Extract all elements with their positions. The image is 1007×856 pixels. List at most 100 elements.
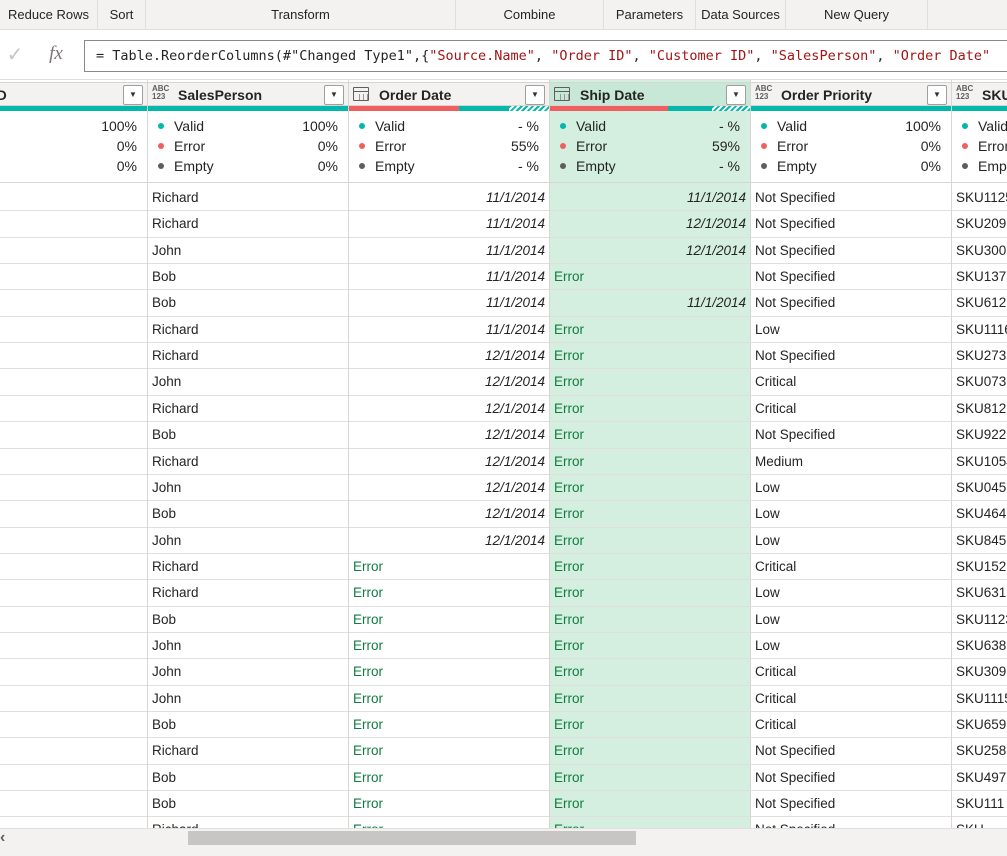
table-cell[interactable]: Richard <box>148 317 348 344</box>
table-cell[interactable]: Medium <box>751 449 951 475</box>
table-cell[interactable] <box>0 659 147 686</box>
table-cell[interactable]: Bob <box>148 264 348 291</box>
table-cell[interactable]: SKU152 <box>952 554 1007 581</box>
table-cell[interactable] <box>0 686 147 713</box>
table-cell[interactable]: Low <box>751 317 951 344</box>
table-cell[interactable]: Error <box>349 554 549 581</box>
table-cell[interactable] <box>0 369 147 396</box>
column-header[interactable]: Ship Date ▼ <box>550 82 750 106</box>
table-cell[interactable]: John <box>148 369 348 396</box>
calendar-icon[interactable] <box>353 87 369 101</box>
table-cell[interactable]: SKU045 <box>952 475 1007 502</box>
table-cell[interactable]: Richard <box>148 449 348 475</box>
table-cell[interactable]: 12/1/2014 <box>349 501 549 528</box>
table-cell[interactable]: John <box>148 686 348 713</box>
table-cell[interactable] <box>0 449 147 475</box>
check-icon[interactable]: ✓ <box>4 44 26 66</box>
chevron-down-icon[interactable]: ▼ <box>525 85 545 105</box>
table-cell[interactable]: Not Specified <box>751 185 951 212</box>
table-cell[interactable]: Error <box>349 738 549 765</box>
table-cell[interactable]: Low <box>751 528 951 554</box>
table-cell[interactable]: 12/1/2014 <box>349 449 549 475</box>
table-cell[interactable]: SKU638 <box>952 633 1007 660</box>
table-cell[interactable]: 12/1/2014 <box>349 369 549 396</box>
chevron-down-icon[interactable]: ▼ <box>123 85 143 105</box>
table-cell[interactable]: Error <box>550 343 750 370</box>
table-cell[interactable]: SKU659 <box>952 712 1007 739</box>
table-cell[interactable]: John <box>148 475 348 502</box>
column-header[interactable]: ABC 123 SKU <box>952 82 1007 106</box>
table-cell[interactable]: Error <box>550 449 750 475</box>
table-cell[interactable] <box>0 396 147 423</box>
table-cell[interactable]: SKU1123 <box>952 607 1007 633</box>
chevron-down-icon[interactable]: ▼ <box>324 85 344 105</box>
ribbon-group-reduce-rows[interactable]: Reduce Rows <box>0 0 98 30</box>
chevron-down-icon[interactable]: ▼ <box>726 85 746 105</box>
table-cell[interactable]: Not Specified <box>751 238 951 265</box>
table-cell[interactable]: Error <box>550 686 750 713</box>
table-cell[interactable]: SKU497 <box>952 765 1007 792</box>
table-cell[interactable] <box>0 528 147 554</box>
table-cell[interactable]: 11/1/2014 <box>349 264 549 291</box>
table-cell[interactable]: SKU073 <box>952 369 1007 396</box>
table-cell[interactable]: Bob <box>148 607 348 633</box>
table-cell[interactable]: Bob <box>148 290 348 317</box>
any-type-icon[interactable]: ABC 123 <box>956 85 976 103</box>
table-cell[interactable]: Error <box>550 554 750 581</box>
table-cell[interactable]: Error <box>550 738 750 765</box>
table-cell[interactable]: Bob <box>148 791 348 818</box>
table-cell[interactable]: John <box>148 528 348 554</box>
ribbon-group-data-sources[interactable]: Data Sources <box>696 0 786 30</box>
table-cell[interactable]: Error <box>349 712 549 739</box>
table-cell[interactable]: Low <box>751 475 951 502</box>
column-header[interactable]: Order Date ▼ <box>349 82 549 106</box>
any-type-icon[interactable]: ABC 123 <box>755 85 775 103</box>
table-cell[interactable]: 12/1/2014 <box>349 528 549 554</box>
table-cell[interactable]: Error <box>550 633 750 660</box>
table-cell[interactable]: Error <box>349 580 549 607</box>
table-cell[interactable]: SKU <box>952 817 1007 828</box>
table-cell[interactable]: 12/1/2014 <box>349 343 549 370</box>
table-cell[interactable]: Error <box>349 817 549 828</box>
table-cell[interactable]: Error <box>550 422 750 449</box>
ribbon-group-combine[interactable]: Combine <box>456 0 604 30</box>
table-cell[interactable]: Low <box>751 607 951 633</box>
table-cell[interactable] <box>0 475 147 502</box>
table-cell[interactable]: Critical <box>751 659 951 686</box>
table-cell[interactable]: Richard <box>148 211 348 238</box>
table-cell[interactable] <box>0 607 147 633</box>
table-cell[interactable]: John <box>148 659 348 686</box>
table-cell[interactable]: Critical <box>751 712 951 739</box>
table-cell[interactable]: 12/1/2014 <box>349 396 549 423</box>
table-cell[interactable]: Error <box>550 396 750 423</box>
table-cell[interactable]: Error <box>550 712 750 739</box>
table-cell[interactable]: Error <box>349 633 549 660</box>
any-type-icon[interactable]: ABC 123 <box>152 85 172 103</box>
table-cell[interactable]: John <box>148 238 348 265</box>
table-cell[interactable]: SKU1054 <box>952 449 1007 475</box>
table-cell[interactable]: Not Specified <box>751 211 951 238</box>
table-cell[interactable]: SKU812 <box>952 396 1007 423</box>
table-cell[interactable]: SKU111 <box>952 791 1007 818</box>
table-cell[interactable] <box>0 554 147 581</box>
table-cell[interactable]: Not Specified <box>751 343 951 370</box>
table-cell[interactable]: Error <box>349 765 549 792</box>
table-cell[interactable]: 11/1/2014 <box>550 290 750 317</box>
table-cell[interactable]: Richard <box>148 185 348 212</box>
table-cell[interactable]: Richard <box>148 343 348 370</box>
table-cell[interactable]: Bob <box>148 765 348 792</box>
table-cell[interactable]: SKU273 <box>952 343 1007 370</box>
table-cell[interactable] <box>0 264 147 291</box>
table-cell[interactable]: SKU922 <box>952 422 1007 449</box>
table-cell[interactable]: Error <box>550 528 750 554</box>
table-cell[interactable]: Richard <box>148 396 348 423</box>
table-cell[interactable] <box>0 765 147 792</box>
table-cell[interactable] <box>0 185 147 212</box>
table-cell[interactable]: Error <box>550 264 750 291</box>
table-cell[interactable] <box>0 211 147 238</box>
table-cell[interactable]: Not Specified <box>751 422 951 449</box>
table-cell[interactable]: 11/1/2014 <box>349 238 549 265</box>
table-cell[interactable]: Not Specified <box>751 791 951 818</box>
table-cell[interactable]: 11/1/2014 <box>349 211 549 238</box>
table-cell[interactable]: Error <box>550 659 750 686</box>
